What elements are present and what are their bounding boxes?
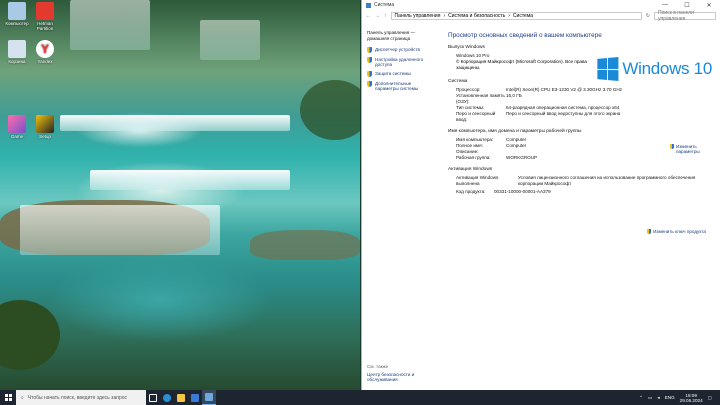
- waterfall-decoration: [60, 115, 290, 131]
- game-icon: [8, 115, 26, 133]
- system-tray: ⌃ ▭ ◂ ENG 18:09 29.06.2024 ▢: [639, 393, 720, 403]
- system-window-icon: [205, 393, 213, 401]
- up-arrow-icon[interactable]: ↑: [384, 13, 387, 19]
- windows-flag-icon: [597, 56, 619, 82]
- refresh-icon[interactable]: ↻: [646, 13, 650, 19]
- computer-section-header: Имя компьютера, имя домена и параметры р…: [448, 129, 582, 134]
- desktop-wallpaper: Компьютер Hetman Partition Корзина Y Yan…: [0, 0, 360, 390]
- system-row: Перо и сенсорный ввод: Перо и сенсорный в…: [456, 111, 621, 122]
- activation-section-header: Активация Windows: [448, 167, 493, 172]
- computer-icon: [8, 2, 26, 20]
- language-indicator[interactable]: ENG: [665, 395, 675, 400]
- shield-icon: [367, 81, 372, 87]
- nav-item-device-manager[interactable]: Диспетчер устройств: [367, 47, 435, 53]
- recycle-bin-icon: [8, 40, 26, 58]
- nav-item-advanced-settings[interactable]: Дополнительные параметры системы: [367, 81, 435, 91]
- computer-row: Рабочая группа: WORKGROUP: [456, 155, 538, 160]
- page-heading: Просмотр основных сведений о вашем компь…: [448, 32, 602, 39]
- chevron-right-icon: ›: [443, 13, 446, 19]
- see-also-section: См. также Центр безопасности и обслужива…: [367, 364, 437, 382]
- breadcrumb-item[interactable]: Панель управления: [395, 13, 441, 19]
- desktop-icon-setup[interactable]: Setup: [30, 115, 60, 139]
- foliage-decoration: [0, 300, 60, 370]
- windows-logo: Windows 10: [596, 56, 712, 82]
- folder-icon: [177, 393, 185, 402]
- waterfall-decoration: [70, 0, 150, 50]
- left-nav-pane: Панель управления — домашняя страница Ди…: [362, 24, 440, 390]
- volume-icon[interactable]: ◂: [657, 395, 659, 401]
- edition-section-header: Выпуск Windows: [448, 45, 485, 50]
- security-center-link[interactable]: Центр безопасности и обслуживания: [367, 372, 437, 382]
- shield-icon: [367, 71, 372, 77]
- back-arrow-icon[interactable]: ←: [366, 13, 371, 19]
- shield-icon: [647, 229, 652, 234]
- shield-icon: [367, 47, 372, 53]
- product-id-label: Код продукта:: [456, 189, 486, 194]
- nav-item-system-protection[interactable]: Защита системы: [367, 71, 435, 77]
- task-view-button[interactable]: [146, 390, 160, 405]
- breadcrumb-item[interactable]: Система: [513, 13, 533, 19]
- hetman-app-icon: [36, 2, 54, 20]
- window-titlebar[interactable]: Система — ☐ ✕: [362, 0, 720, 10]
- waterfall-decoration: [20, 205, 220, 255]
- desktop-icon-yandex[interactable]: Y Yandex: [30, 40, 60, 64]
- close-button[interactable]: ✕: [698, 2, 720, 9]
- taskbar-explorer[interactable]: [174, 390, 188, 405]
- maximize-button[interactable]: ☐: [676, 2, 698, 9]
- system-window-icon: [366, 2, 371, 8]
- activation-status: Активация Windows выполнена: [456, 175, 499, 186]
- nav-item-remote-access[interactable]: Настройка удаленного доступа: [367, 57, 435, 67]
- waterfall-decoration: [90, 170, 290, 190]
- store-icon: [191, 393, 199, 402]
- system-window: Система — ☐ ✕ ← → ↑ Панель управления › …: [361, 0, 720, 390]
- foliage-decoration: [300, 80, 360, 140]
- address-bar[interactable]: Панель управления › Система и безопаснос…: [390, 12, 642, 20]
- taskbar-search-input[interactable]: ⌕ Чтобы начать поиск, введите здесь запр…: [16, 390, 146, 405]
- notifications-icon[interactable]: ▢: [708, 395, 712, 401]
- windows-start-icon: [4, 394, 12, 401]
- system-row: Установленная память (ОЗУ): 16,0 ГБ: [456, 93, 522, 104]
- see-also-header: См. также: [367, 364, 389, 369]
- network-icon[interactable]: ▭: [648, 395, 652, 401]
- waterfall-decoration: [200, 20, 260, 60]
- forward-arrow-icon[interactable]: →: [375, 13, 380, 19]
- clock[interactable]: 18:09 29.06.2024: [680, 393, 703, 403]
- taskbar: ⌕ Чтобы начать поиск, введите здесь запр…: [0, 390, 720, 405]
- desktop-icon-game[interactable]: Game: [2, 115, 32, 139]
- address-row: ← → ↑ Панель управления › Система и безо…: [362, 10, 720, 22]
- yandex-icon: Y: [36, 40, 54, 58]
- clock-date: 29.06.2024: [679, 397, 703, 403]
- taskbar-edge[interactable]: [160, 390, 174, 405]
- rock-decoration: [250, 230, 360, 260]
- start-button[interactable]: [0, 390, 16, 405]
- product-id-value: 00331-10000-00001-AA379: [494, 189, 551, 194]
- main-content: Просмотр основных сведений о вашем компь…: [444, 24, 720, 390]
- search-input[interactable]: Поиск в панели управления: [654, 10, 716, 22]
- desktop-icon-computer[interactable]: Компьютер: [2, 2, 32, 26]
- shield-icon: [367, 57, 372, 63]
- chevron-up-icon[interactable]: ⌃: [639, 395, 643, 401]
- taskbar-store[interactable]: [188, 390, 202, 405]
- avito-watermark: Avito: [632, 357, 708, 387]
- desktop-icon-hetman[interactable]: Hetman Partition: [30, 2, 60, 31]
- edge-icon: [163, 393, 171, 402]
- license-terms-link[interactable]: Условия лицензионного соглашения на испо…: [518, 175, 698, 187]
- minimize-button[interactable]: —: [654, 2, 676, 9]
- taskbar-system-window[interactable]: [202, 390, 216, 405]
- shield-icon: [670, 144, 674, 149]
- control-panel-home-link[interactable]: Панель управления — домашняя страница: [367, 30, 435, 41]
- desktop-icon-recycle-bin[interactable]: Корзина: [2, 40, 32, 64]
- task-view-icon: [149, 393, 157, 402]
- setup-icon: [36, 115, 54, 133]
- breadcrumb-item[interactable]: Система и безопасность: [448, 13, 505, 19]
- search-icon: ⌕: [21, 394, 24, 401]
- change-settings-button[interactable]: Изменить параметры: [670, 144, 706, 154]
- window-title: Система: [374, 2, 395, 8]
- change-product-key-button[interactable]: Изменить ключ продукта: [647, 229, 706, 234]
- chevron-right-icon: ›: [508, 13, 510, 19]
- edition-copyright: © Корпорация Майкрософт (Microsoft Corpo…: [456, 59, 587, 70]
